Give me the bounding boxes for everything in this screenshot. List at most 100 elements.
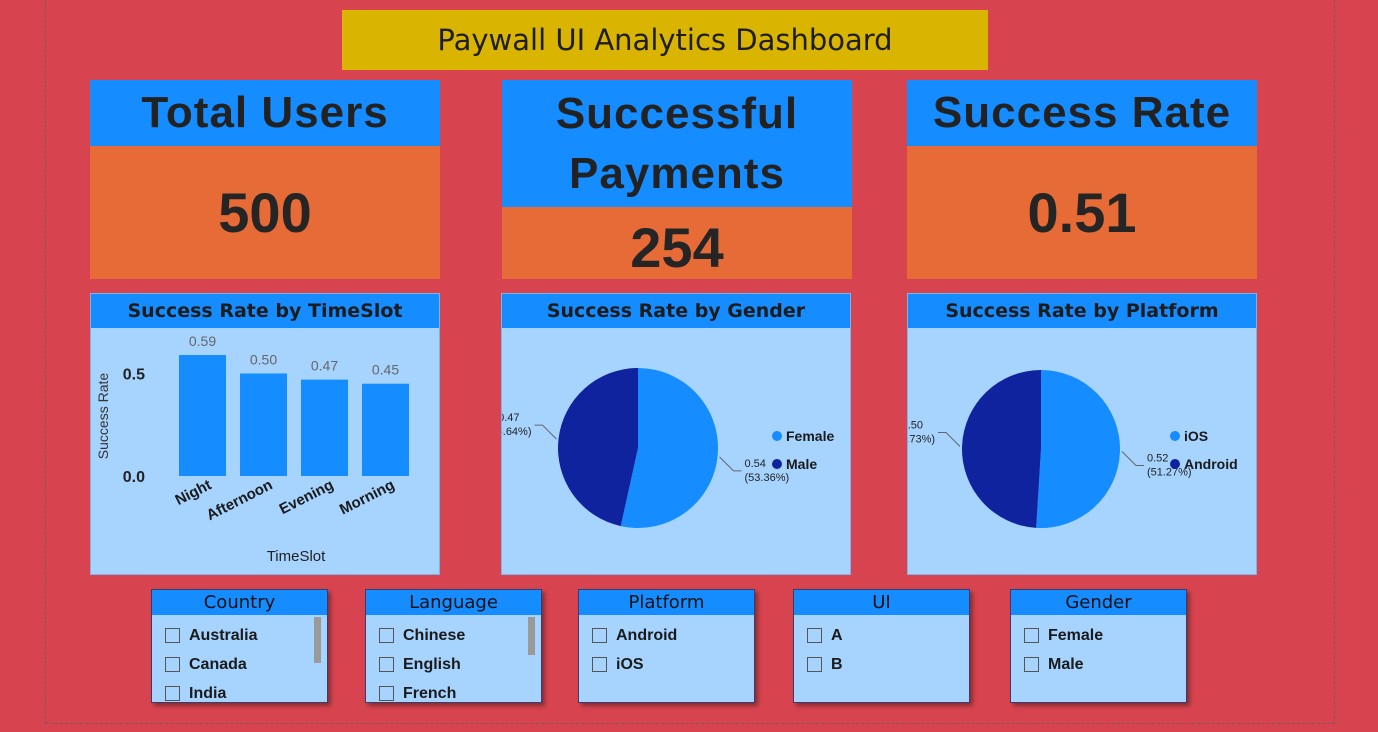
kpi-value: 254 — [502, 207, 852, 279]
slicer-item-label: B — [831, 655, 843, 673]
bar-data-label: 0.47 — [311, 358, 338, 374]
leader-line — [938, 432, 961, 447]
scrollbar[interactable] — [314, 617, 321, 663]
x-tick-label: Afternoon — [204, 476, 276, 524]
leader-line — [719, 456, 742, 472]
leader-line — [1121, 451, 1144, 466]
chart-title: Success Rate by Platform — [908, 294, 1256, 328]
slicer-title: Gender — [1011, 590, 1186, 615]
slicer-title: Country — [152, 590, 327, 615]
slicer-item-australia[interactable]: Australia — [152, 621, 327, 650]
slicer-country[interactable]: Country Australia Canada India — [151, 589, 328, 703]
checkbox-icon[interactable] — [165, 628, 180, 643]
slicer-item-label: iOS — [616, 655, 644, 673]
bar-data-label: 0.45 — [372, 362, 399, 378]
x-tick-label: Morning — [337, 476, 397, 518]
bar-data-label: 0.59 — [189, 333, 216, 349]
checkbox-icon[interactable] — [1024, 628, 1039, 643]
checkbox-icon[interactable] — [592, 628, 607, 643]
x-tick-label: Night — [172, 476, 214, 509]
bar-evening[interactable] — [301, 379, 348, 476]
y-tick-label: 0.0 — [123, 469, 145, 486]
legend-item[interactable]: iOS — [1184, 428, 1208, 444]
pie-data-label: 0.54 — [745, 458, 766, 470]
legend-item[interactable]: Android — [1184, 456, 1238, 472]
bar-afternoon[interactable] — [240, 373, 287, 476]
slicer-item-label: Female — [1048, 626, 1104, 644]
pie-slice-android[interactable] — [962, 370, 1041, 528]
kpi-label: Successful Payments — [502, 80, 852, 207]
slicer-language[interactable]: Language Chinese English French — [365, 589, 542, 703]
slicer-item-label: Male — [1048, 655, 1084, 673]
pie-slice-ios[interactable] — [1036, 370, 1120, 528]
slicer-gender[interactable]: Gender Female Male — [1010, 589, 1187, 703]
slicer-item-a[interactable]: A — [794, 621, 969, 650]
kpi-label: Total Users — [90, 80, 440, 146]
leader-line — [534, 424, 557, 440]
x-tick-label: Evening — [277, 476, 337, 518]
x-axis-title: TimeSlot — [267, 548, 326, 565]
chart-title: Success Rate by Gender — [502, 294, 850, 328]
slicer-item-chinese[interactable]: Chinese — [366, 621, 541, 650]
bar-data-label: 0.50 — [250, 351, 277, 367]
kpi-total-users[interactable]: Total Users 500 — [90, 80, 440, 279]
slicer-item-india[interactable]: India — [152, 679, 327, 708]
legend-marker — [772, 459, 782, 469]
kpi-success-rate[interactable]: Success Rate 0.51 — [907, 80, 1257, 279]
legend-item[interactable]: Male — [786, 456, 817, 472]
kpi-value: 500 — [90, 146, 440, 279]
chart-title: Success Rate by TimeSlot — [91, 294, 439, 328]
y-axis-title: Success Rate — [95, 373, 111, 460]
slicer-item-label: Australia — [189, 626, 258, 644]
pie-chart-gender[interactable]: 0.54 (53.36%) 0.47 (46.64%) Female Male — [502, 328, 852, 575]
slicer-item-ios[interactable]: iOS — [579, 650, 754, 679]
slicer-item-label: Canada — [189, 655, 247, 673]
legend-marker — [772, 431, 782, 441]
checkbox-icon[interactable] — [807, 657, 822, 672]
slicer-item-label: French — [403, 684, 457, 702]
slicer-item-b[interactable]: B — [794, 650, 969, 679]
slicer-ui[interactable]: UI A B — [793, 589, 970, 703]
checkbox-icon[interactable] — [165, 686, 180, 701]
checkbox-icon[interactable] — [807, 628, 822, 643]
checkbox-icon[interactable] — [592, 657, 607, 672]
checkbox-icon[interactable] — [379, 657, 394, 672]
bar-night[interactable] — [179, 355, 226, 476]
bar-morning[interactable] — [362, 383, 409, 476]
legend-item[interactable]: Female — [786, 428, 834, 444]
checkbox-icon[interactable] — [165, 657, 180, 672]
checkbox-icon[interactable] — [379, 628, 394, 643]
slicer-title: UI — [794, 590, 969, 615]
kpi-label-line2: Payments — [569, 148, 785, 198]
checkbox-icon[interactable] — [379, 686, 394, 701]
pie-data-label: 0.52 — [1147, 452, 1168, 464]
pie-chart-platform[interactable]: 0.52(51.27%)0.50(48.73%)iOSAndroid — [908, 328, 1258, 575]
slicer-title: Platform — [579, 590, 754, 615]
kpi-successful-payments[interactable]: Successful Payments 254 — [502, 80, 852, 279]
slicer-item-label: India — [189, 684, 227, 702]
pie-data-percent: (48.73%) — [908, 434, 935, 446]
kpi-value: 0.51 — [907, 146, 1257, 279]
slicer-item-label: English — [403, 655, 461, 673]
slicer-item-android[interactable]: Android — [579, 621, 754, 650]
checkbox-icon[interactable] — [1024, 657, 1039, 672]
slicer-item-male[interactable]: Male — [1011, 650, 1186, 679]
slicer-platform[interactable]: Platform Android iOS — [578, 589, 755, 703]
slicer-item-french[interactable]: French — [366, 679, 541, 708]
slicer-item-english[interactable]: English — [366, 650, 541, 679]
chart-success-by-gender[interactable]: Success Rate by Gender 0.54 (53.36%) 0.47 (… — [501, 293, 851, 575]
bar-chart[interactable]: Success Rate 0.0 0.5 0.59 Night 0.50 Afternoon… — [91, 328, 441, 575]
dashboard-title: Paywall UI Analytics Dashboard — [342, 10, 988, 70]
slicer-item-label: Chinese — [403, 626, 466, 644]
y-tick-label: 0.5 — [123, 366, 145, 383]
legend-marker — [1170, 459, 1180, 469]
legend-marker — [1170, 431, 1180, 441]
slicer-item-canada[interactable]: Canada — [152, 650, 327, 679]
pie-data-percent: (46.64%) — [502, 426, 531, 438]
scrollbar[interactable] — [528, 617, 535, 655]
chart-success-by-timeslot[interactable]: Success Rate by TimeSlot Success Rate 0.0… — [90, 293, 440, 575]
slicer-item-female[interactable]: Female — [1011, 621, 1186, 650]
chart-success-by-platform[interactable]: Success Rate by Platform 0.52(51.27%)0.5… — [907, 293, 1257, 575]
kpi-label-line1: Successful — [555, 88, 799, 138]
pie-data-percent: (53.36%) — [745, 472, 790, 484]
